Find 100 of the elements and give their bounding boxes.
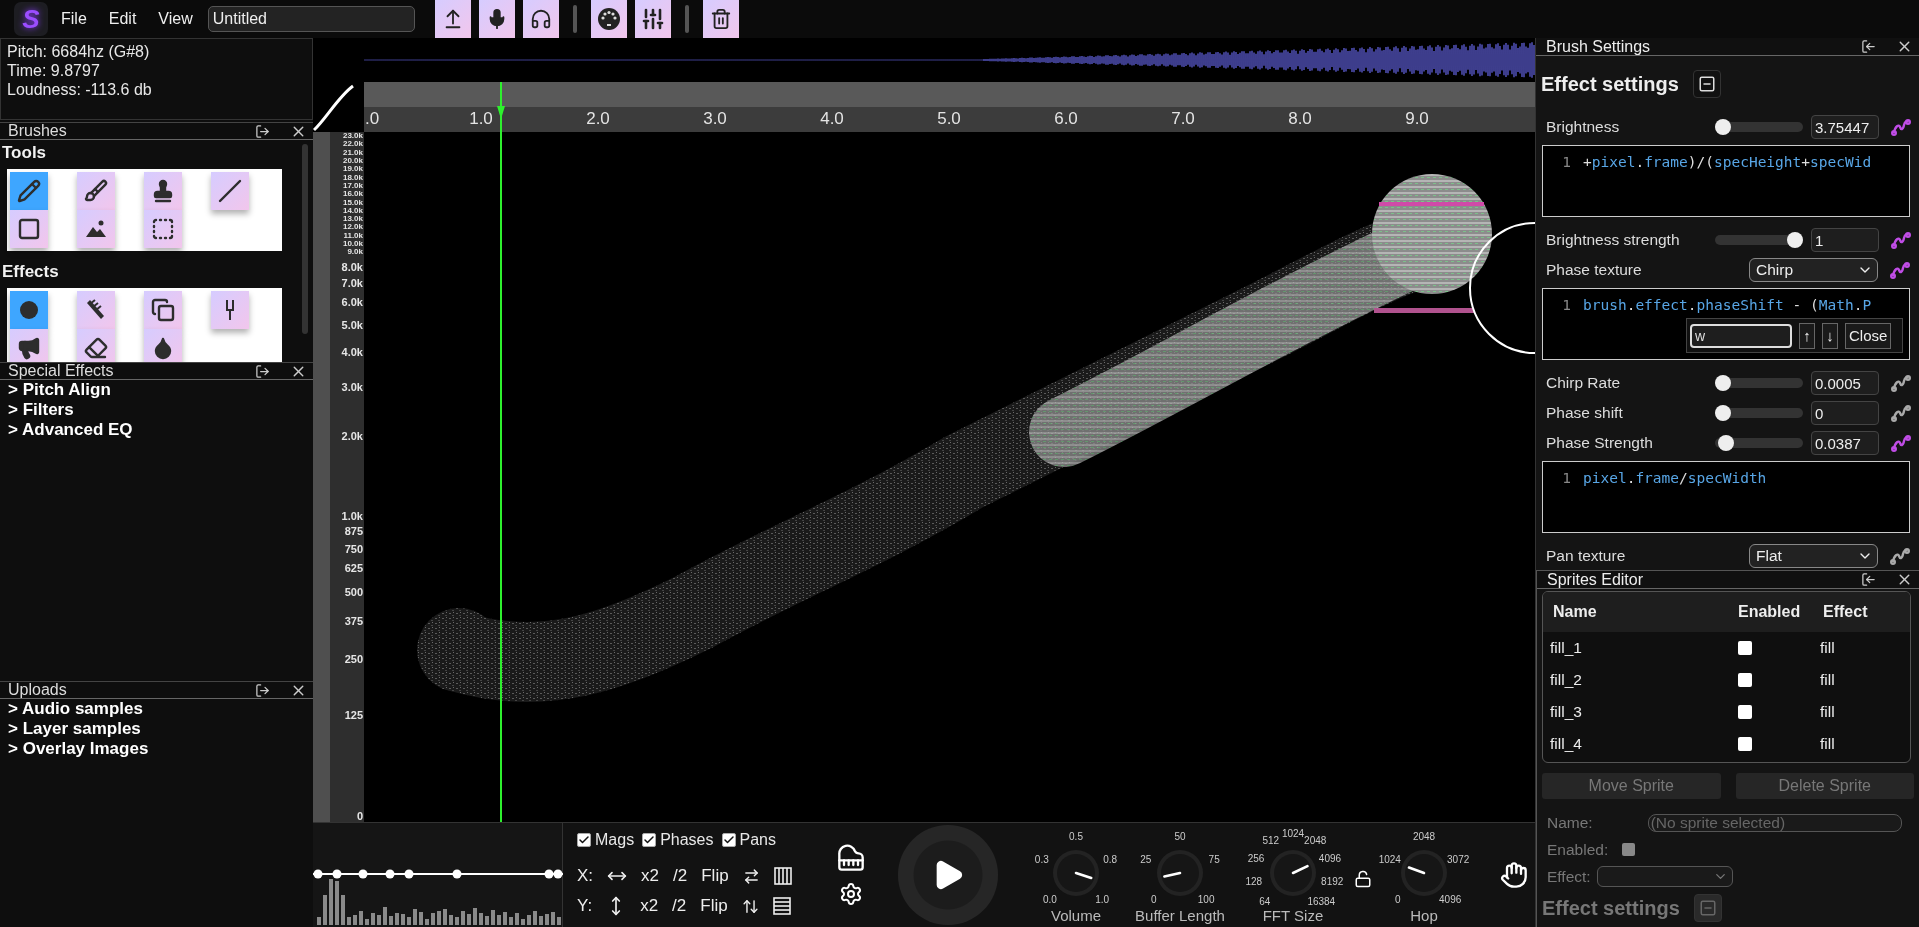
code-editor[interactable]: 1 brush.effect.phaseShift - (Math.P w ↑ ↓ Close — [1542, 288, 1910, 360]
expander-item[interactable]: > Overlay Images — [0, 739, 149, 759]
dock-icon[interactable] — [255, 682, 270, 698]
menu-item[interactable]: File — [52, 10, 96, 28]
hand-button[interactable] — [1500, 861, 1528, 889]
link-button[interactable] — [1891, 231, 1911, 249]
expander-item[interactable]: > Audio samples — [0, 699, 143, 719]
zoom-out-button[interactable]: /2 — [672, 896, 687, 916]
mixer-button[interactable] — [634, 0, 671, 38]
listen-button[interactable] — [522, 0, 559, 38]
dial-knob[interactable] — [1052, 849, 1100, 897]
horizontal-stripes-icon[interactable] — [772, 897, 791, 915]
title-field[interactable]: Untitled — [207, 6, 415, 32]
tool-button[interactable] — [10, 291, 48, 329]
tool-button[interactable] — [10, 329, 48, 362]
menu-item[interactable]: View — [149, 10, 202, 28]
tool-button[interactable] — [144, 172, 182, 210]
link-button[interactable] — [1891, 118, 1911, 136]
collapse-button[interactable] — [1692, 70, 1721, 98]
menu-item[interactable]: Edit — [99, 10, 146, 28]
lock-button[interactable] — [1354, 870, 1372, 888]
slider-track[interactable] — [1715, 378, 1803, 388]
row-checkbox[interactable] — [1738, 705, 1752, 719]
tool-button[interactable] — [144, 210, 182, 248]
slider-track[interactable] — [1715, 408, 1803, 418]
code-editor[interactable]: 1 pixel.frame/specWidth — [1542, 461, 1910, 533]
tool-button[interactable] — [77, 329, 115, 362]
tool-button[interactable] — [10, 210, 48, 248]
table-row[interactable]: fill_1 fill — [1543, 632, 1910, 664]
tool-button[interactable] — [77, 210, 115, 248]
time-ruler[interactable]: .0 1.0 2.0 3.0 4.0 5.0 6.0 7.0 8.0 9.0 — [364, 82, 1535, 132]
tool-button[interactable] — [144, 329, 182, 362]
previous-match-button[interactable]: ↑ — [1799, 322, 1815, 349]
slider-track[interactable] — [1715, 438, 1803, 448]
link-button[interactable] — [1891, 434, 1911, 452]
midi-button[interactable] — [590, 0, 627, 38]
row-checkbox[interactable] — [1738, 737, 1752, 751]
slider-thumb[interactable] — [1787, 232, 1804, 248]
expander-item[interactable]: > Advanced EQ — [0, 420, 133, 440]
zoom-out-button[interactable]: /2 — [673, 866, 688, 886]
value-field[interactable]: 0.0005 — [1811, 371, 1879, 395]
delete-button[interactable] — [702, 0, 739, 38]
swap-arrows-icon[interactable] — [742, 867, 760, 885]
row-checkbox[interactable] — [1738, 641, 1752, 655]
value-field[interactable]: 1 — [1811, 228, 1879, 252]
table-row[interactable]: fill_2 fill — [1543, 664, 1910, 696]
tool-button[interactable] — [211, 291, 249, 329]
expander-item[interactable]: > Pitch Align — [0, 380, 111, 400]
tool-button[interactable] — [77, 291, 115, 329]
slider-thumb[interactable] — [1718, 435, 1735, 451]
record-button[interactable] — [478, 0, 515, 38]
settings-button[interactable] — [839, 882, 863, 906]
slider-thumb[interactable] — [1715, 405, 1732, 421]
checkbox[interactable] — [642, 833, 657, 847]
value-field[interactable]: 0.0387 — [1811, 431, 1879, 455]
tool-button[interactable] — [211, 172, 249, 210]
channel-checkbox[interactable]: Pans — [721, 831, 776, 849]
scrollbar[interactable] — [302, 144, 308, 334]
dock-icon[interactable] — [1861, 572, 1876, 587]
piano-button[interactable] — [837, 844, 865, 872]
slider-track[interactable] — [1715, 122, 1803, 132]
playhead-marker[interactable] — [496, 82, 506, 132]
upload-button[interactable] — [434, 0, 471, 38]
app-logo[interactable]: S — [14, 2, 48, 36]
dock-icon[interactable] — [1861, 39, 1876, 54]
dial-knob[interactable] — [1156, 849, 1204, 897]
value-field[interactable]: 0 — [1811, 401, 1879, 425]
dock-icon[interactable] — [255, 123, 270, 139]
slider-thumb[interactable] — [1715, 119, 1732, 135]
find-field[interactable]: w — [1690, 323, 1792, 348]
texture-select[interactable]: Chirp — [1749, 258, 1878, 282]
texture-select[interactable]: Flat — [1749, 544, 1878, 568]
table-row[interactable]: fill_4 fill — [1543, 728, 1910, 760]
next-match-button[interactable]: ↓ — [1822, 322, 1838, 349]
tool-button[interactable] — [10, 172, 48, 210]
link-button[interactable] — [1891, 374, 1911, 392]
link-button[interactable] — [1890, 261, 1910, 279]
slider-track[interactable] — [1715, 235, 1803, 245]
zoom-in-button[interactable]: x2 — [641, 866, 660, 886]
channel-checkbox[interactable]: Mags — [577, 831, 635, 849]
table-row[interactable]: fill_3 fill — [1543, 696, 1910, 728]
zoom-in-button[interactable]: x2 — [640, 896, 659, 916]
checkbox[interactable] — [721, 833, 736, 847]
value-field[interactable]: 3.75447 — [1811, 115, 1879, 139]
dial-knob[interactable] — [1269, 849, 1317, 897]
swap-arrows-icon[interactable] — [741, 897, 759, 915]
close-find-button[interactable]: Close — [1845, 322, 1892, 349]
vertical-stripes-icon[interactable] — [773, 867, 792, 885]
checkbox[interactable] — [577, 833, 591, 847]
flip-button[interactable]: Flip — [700, 896, 728, 916]
expander-item[interactable]: > Layer samples — [0, 719, 141, 739]
channel-checkbox[interactable]: Phases — [642, 831, 714, 849]
row-checkbox[interactable] — [1738, 673, 1752, 687]
expander-item[interactable]: > Filters — [0, 400, 74, 420]
dock-icon[interactable] — [255, 363, 270, 379]
code-editor[interactable]: 1 +pixel.frame)/(specHeight+specWid — [1542, 145, 1910, 217]
slider-thumb[interactable] — [1715, 375, 1732, 391]
link-button[interactable] — [1891, 404, 1911, 422]
link-button[interactable] — [1890, 547, 1910, 565]
flip-button[interactable]: Flip — [701, 866, 729, 886]
